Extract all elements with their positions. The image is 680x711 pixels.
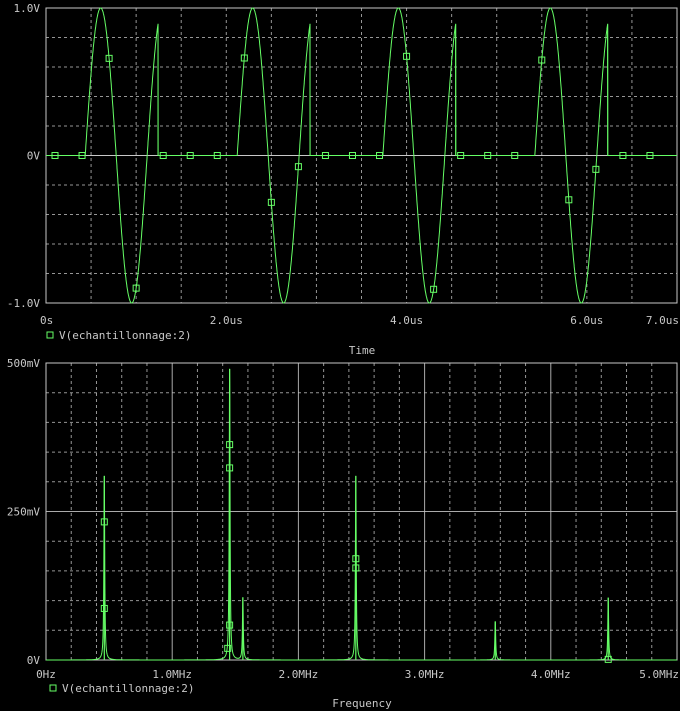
x-tick-label: 4.0us	[390, 314, 423, 327]
y-tick-label: 250mV	[7, 506, 40, 519]
x-tick-label: 2.0MHz	[279, 668, 319, 681]
oscilloscope-plot: -1.0V 0V 1.0V 0s 2.0us 4.0us 6.0us 7.0us V(echa…	[0, 0, 680, 711]
x-tick-label: 6.0us	[570, 314, 603, 327]
freq-legend: V(echantillonnage:2)	[49, 682, 194, 695]
x-tick-label: 2.0us	[210, 314, 243, 327]
y-tick-label: 0V	[27, 654, 41, 667]
y-tick-label: -1.0V	[7, 297, 40, 310]
x-tick-label: 0s	[40, 314, 53, 327]
x-tick-label: 4.0MHz	[531, 668, 571, 681]
y-tick-label: 1.0V	[14, 2, 41, 15]
x-tick-label: 1.0MHz	[152, 668, 192, 681]
time-legend: V(echantillonnage:2)	[46, 329, 191, 342]
x-axis-label: Time	[349, 344, 376, 357]
legend-series-name: V(echantillonnage:2)	[62, 682, 194, 695]
x-tick-label: 5.0MHz	[639, 668, 679, 681]
y-tick-label: 0V	[27, 150, 41, 163]
legend-series-name: V(echantillonnage:2)	[59, 329, 191, 342]
x-axis-label: Frequency	[332, 697, 392, 710]
y-tick-label: 500mV	[7, 357, 40, 370]
x-tick-label: 7.0us	[646, 314, 679, 327]
x-tick-label: 0Hz	[36, 668, 56, 681]
x-tick-label: 3.0MHz	[405, 668, 445, 681]
background	[0, 0, 680, 711]
